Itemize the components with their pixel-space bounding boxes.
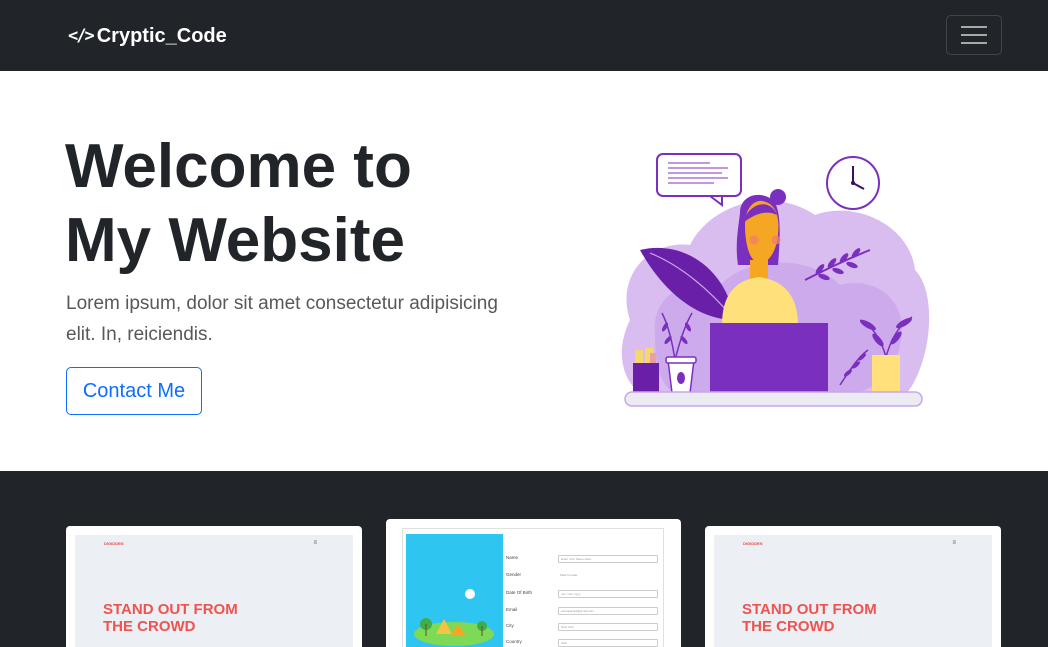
menu-icon: ≡	[952, 540, 956, 546]
vase	[872, 355, 900, 393]
navbar: </> Cryptic_Code	[0, 0, 1048, 71]
project-screenshot: DIGIDDEN ≡ STAND OUT FROM THE CROWD	[75, 535, 353, 647]
form-illustration	[406, 534, 503, 647]
brand-link[interactable]: </> Cryptic_Code	[68, 23, 227, 49]
navbar-toggler-button[interactable]	[946, 15, 1002, 55]
speech-bubble	[656, 153, 742, 197]
hero-illustration	[621, 153, 930, 407]
hero-title-line1: Welcome to	[65, 132, 412, 201]
project-card[interactable]: DIGIDDEN ≡ STAND OUT FROM THE CROWD	[66, 526, 362, 647]
hero-title: Welcome to My Website	[65, 130, 535, 278]
project-card[interactable]: Name Enter Your Name Here Gender Male Fe…	[386, 519, 681, 647]
menu-icon-bar	[961, 34, 987, 36]
project-headline: STAND OUT FROM THE CROWD	[103, 601, 238, 635]
project-screenshot: DIGIDDEN ≡ STAND OUT FROM THE CROWD	[714, 535, 992, 647]
desk	[624, 391, 923, 407]
menu-icon: ≡	[313, 540, 317, 546]
hero-title-line2: My Website	[65, 206, 405, 275]
project-card[interactable]: DIGIDDEN ≡ STAND OUT FROM THE CROWD	[705, 526, 1001, 647]
hero-description: Lorem ipsum, dolor sit amet consectetur …	[66, 293, 498, 345]
pencil-cup	[633, 348, 659, 393]
contact-me-button[interactable]: Contact Me	[66, 367, 202, 415]
menu-icon-bar	[961, 26, 987, 28]
project-headline: STAND OUT FROM THE CROWD	[742, 601, 877, 635]
clock-icon	[826, 156, 880, 210]
project-logo: DIGIDDEN	[104, 541, 124, 546]
project-logo: DIGIDDEN	[743, 541, 763, 546]
brand-name: Cryptic_Code	[96, 24, 227, 47]
menu-icon-bar	[961, 42, 987, 44]
code-icon: </>	[68, 26, 95, 46]
project-screenshot-form: Name Enter Your Name Here Gender Male Fe…	[402, 528, 664, 647]
laptop	[710, 323, 828, 393]
